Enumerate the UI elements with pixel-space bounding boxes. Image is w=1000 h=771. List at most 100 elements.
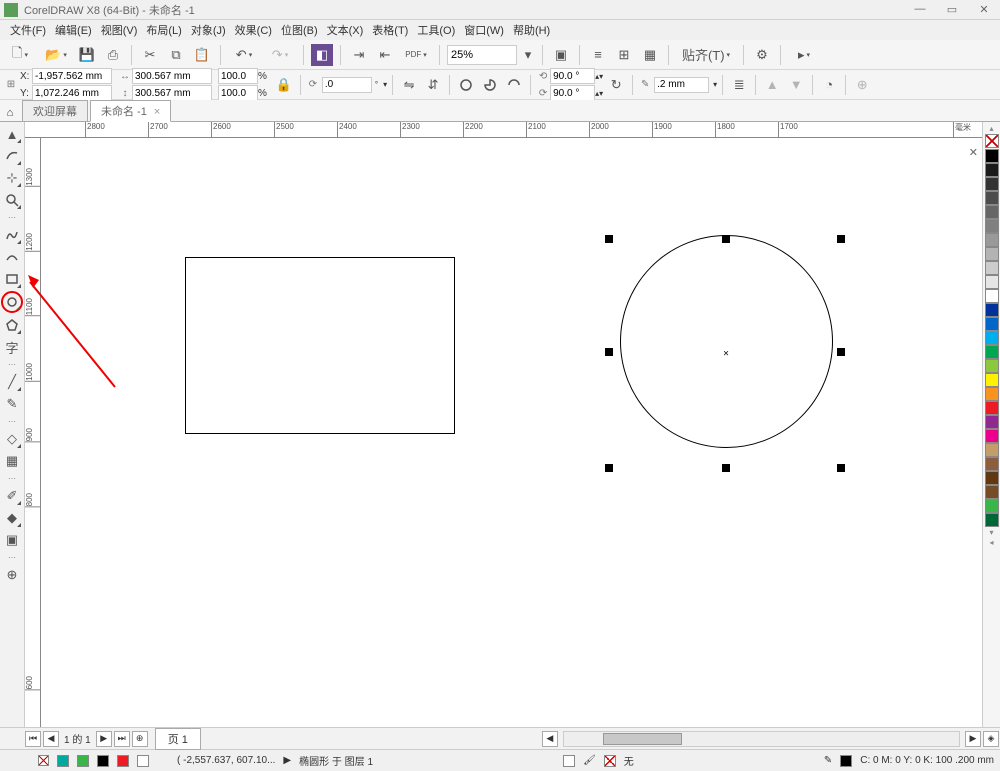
arc-mode-button[interactable] xyxy=(503,74,525,96)
paste-button[interactable]: 📋 xyxy=(191,44,213,66)
save-button[interactable]: 💾 xyxy=(76,44,98,66)
status-swatch[interactable] xyxy=(137,755,149,767)
color-swatch[interactable] xyxy=(985,457,999,471)
menu-help[interactable]: 帮助(H) xyxy=(509,20,554,40)
swatch-none[interactable] xyxy=(985,134,999,148)
page-tab[interactable]: 页 1 xyxy=(155,728,201,750)
crop-tool[interactable]: ⊹ xyxy=(2,168,22,188)
color-swatch[interactable] xyxy=(985,219,999,233)
selection-handle[interactable] xyxy=(837,464,845,472)
options-button[interactable]: ⚙ xyxy=(751,44,773,66)
launch-button[interactable]: ▸ xyxy=(788,44,820,66)
mirror-h-button[interactable]: ⇋ xyxy=(398,74,420,96)
y-position-input[interactable] xyxy=(32,85,112,101)
polygon-tool[interactable] xyxy=(2,315,22,335)
color-swatch[interactable] xyxy=(985,247,999,261)
color-swatch[interactable] xyxy=(985,443,999,457)
selection-handle[interactable] xyxy=(722,464,730,472)
menu-table[interactable]: 表格(T) xyxy=(368,20,412,40)
color-swatch[interactable] xyxy=(985,373,999,387)
redo-button[interactable]: ↷ xyxy=(264,44,296,66)
color-swatch[interactable] xyxy=(985,149,999,163)
color-swatch[interactable] xyxy=(985,415,999,429)
tab-document[interactable]: 未命名 -1 × xyxy=(90,100,171,122)
transparency-tool[interactable]: ▦ xyxy=(2,451,22,471)
next-page-button[interactable]: ▶ xyxy=(96,731,112,747)
selection-handle[interactable] xyxy=(722,235,730,243)
menu-tools[interactable]: 工具(O) xyxy=(413,20,459,40)
outline-width-input[interactable] xyxy=(654,77,709,93)
height-input[interactable] xyxy=(132,85,212,101)
color-swatch[interactable] xyxy=(985,387,999,401)
outline-swatch[interactable] xyxy=(840,755,852,767)
start-angle-input[interactable] xyxy=(550,68,595,84)
import-button[interactable]: ⇥ xyxy=(348,44,370,66)
scroll-right-button[interactable]: ▶ xyxy=(965,731,981,747)
copy-button[interactable]: ⧉ xyxy=(165,44,187,66)
drop-shadow-tool[interactable]: ◇ xyxy=(2,429,22,449)
color-swatch[interactable] xyxy=(985,177,999,191)
front-button[interactable]: ▲ xyxy=(761,74,783,96)
fill-none-icon[interactable] xyxy=(604,755,616,767)
color-swatch[interactable] xyxy=(985,429,999,443)
menu-edit[interactable]: 编辑(E) xyxy=(51,20,96,40)
scroll-left-button[interactable]: ◀ xyxy=(542,731,558,747)
color-swatch[interactable] xyxy=(985,471,999,485)
pie-mode-button[interactable] xyxy=(479,74,501,96)
undo-button[interactable]: ↶ xyxy=(228,44,260,66)
status-swatch[interactable] xyxy=(57,755,69,767)
zoom-input[interactable] xyxy=(447,45,517,65)
menu-file[interactable]: 文件(F) xyxy=(6,20,50,40)
selection-handle[interactable] xyxy=(605,464,613,472)
add-page-button[interactable]: ⊕ xyxy=(132,731,148,747)
scale-y-input[interactable] xyxy=(218,85,258,101)
color-swatch[interactable] xyxy=(985,513,999,527)
canvas[interactable]: 2800270026002500240023002200210020001900… xyxy=(25,122,982,727)
navigator-button[interactable]: ◈ xyxy=(983,731,999,747)
color-swatch[interactable] xyxy=(985,233,999,247)
color-swatch[interactable] xyxy=(985,345,999,359)
new-button[interactable]: 🗋 xyxy=(4,44,36,66)
selection-handle[interactable] xyxy=(837,235,845,243)
color-swatch[interactable] xyxy=(985,485,999,499)
vertical-ruler[interactable]: 1300120011001000900800600 xyxy=(25,138,41,727)
status-swatch[interactable] xyxy=(97,755,109,767)
lock-ratio-button[interactable]: 🔒 xyxy=(273,74,295,96)
zoom-dropdown[interactable]: ▾ xyxy=(521,44,535,66)
rectangle-tool[interactable] xyxy=(2,269,22,289)
color-swatch[interactable] xyxy=(985,275,999,289)
menu-view[interactable]: 视图(V) xyxy=(97,20,142,40)
selection-handle[interactable] xyxy=(605,235,613,243)
close-docker-icon[interactable]: ✕ xyxy=(969,146,978,159)
maximize-button[interactable]: ▭ xyxy=(940,3,964,16)
tab-welcome[interactable]: 欢迎屏幕 xyxy=(22,100,88,121)
interactive-fill-tool[interactable]: ◆ xyxy=(2,508,22,528)
color-swatch[interactable] xyxy=(985,289,999,303)
quick-custom-button[interactable]: ⊕ xyxy=(851,74,873,96)
close-button[interactable]: ✕ xyxy=(972,3,996,16)
artistic-media-tool[interactable] xyxy=(2,247,22,267)
open-button[interactable]: 📂 xyxy=(40,44,72,66)
text-tool[interactable]: 字 xyxy=(2,337,22,357)
convert-curves-button[interactable]: ◔ xyxy=(818,74,840,96)
wrap-text-button[interactable]: ≣ xyxy=(728,74,750,96)
scale-x-input[interactable] xyxy=(218,68,258,84)
status-no-fill-icon[interactable] xyxy=(38,755,49,766)
outline-paint-icon[interactable]: ✎ xyxy=(824,755,832,766)
last-page-button[interactable]: ⏭ xyxy=(114,731,130,747)
pick-tool[interactable]: ▲ xyxy=(2,124,22,144)
zoom-tool[interactable] xyxy=(2,190,22,210)
export-button[interactable]: ⇤ xyxy=(374,44,396,66)
search-content-button[interactable]: ◧ xyxy=(311,44,333,66)
horizontal-ruler[interactable]: 2800270026002500240023002200210020001900… xyxy=(25,122,982,138)
eyedropper-tool[interactable]: ✐ xyxy=(2,486,22,506)
home-icon[interactable]: ⌂ xyxy=(0,105,20,121)
status-swatch[interactable] xyxy=(77,755,89,767)
snap-button[interactable]: 贴齐(T) xyxy=(676,44,736,66)
fullscreen-button[interactable]: ▣ xyxy=(550,44,572,66)
shape-tool[interactable] xyxy=(2,146,22,166)
color-swatch[interactable] xyxy=(985,163,999,177)
rectangle-shape[interactable] xyxy=(185,257,455,434)
freehand-tool[interactable] xyxy=(2,225,22,245)
color-swatch[interactable] xyxy=(985,401,999,415)
